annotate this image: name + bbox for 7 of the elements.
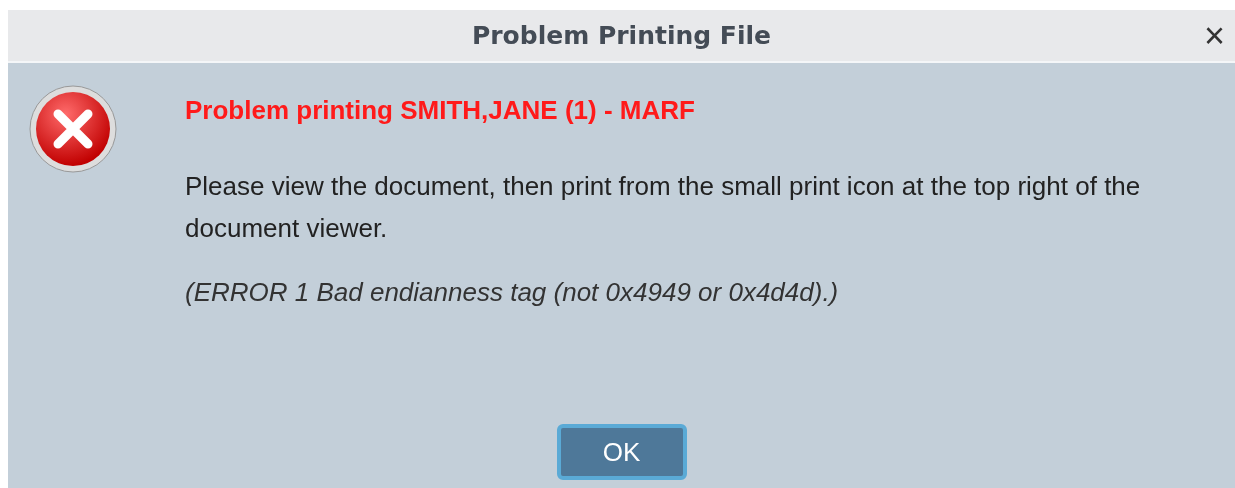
ok-button[interactable]: OK: [556, 424, 687, 480]
message-text: Please view the document, then print from the small print icon at the top right of the document viewer.: [185, 170, 1142, 245]
close-button[interactable]: ×: [1199, 14, 1229, 58]
error-heading: Problem printing SMITH,JANE (1) - MARF: [185, 95, 696, 125]
error-icon: [28, 84, 118, 174]
window-title: Problem Printing File: [471, 19, 772, 52]
error-details: (ERROR 1 Bad endianness tag (not 0x4949 or 0x4d4d).): [185, 276, 840, 309]
